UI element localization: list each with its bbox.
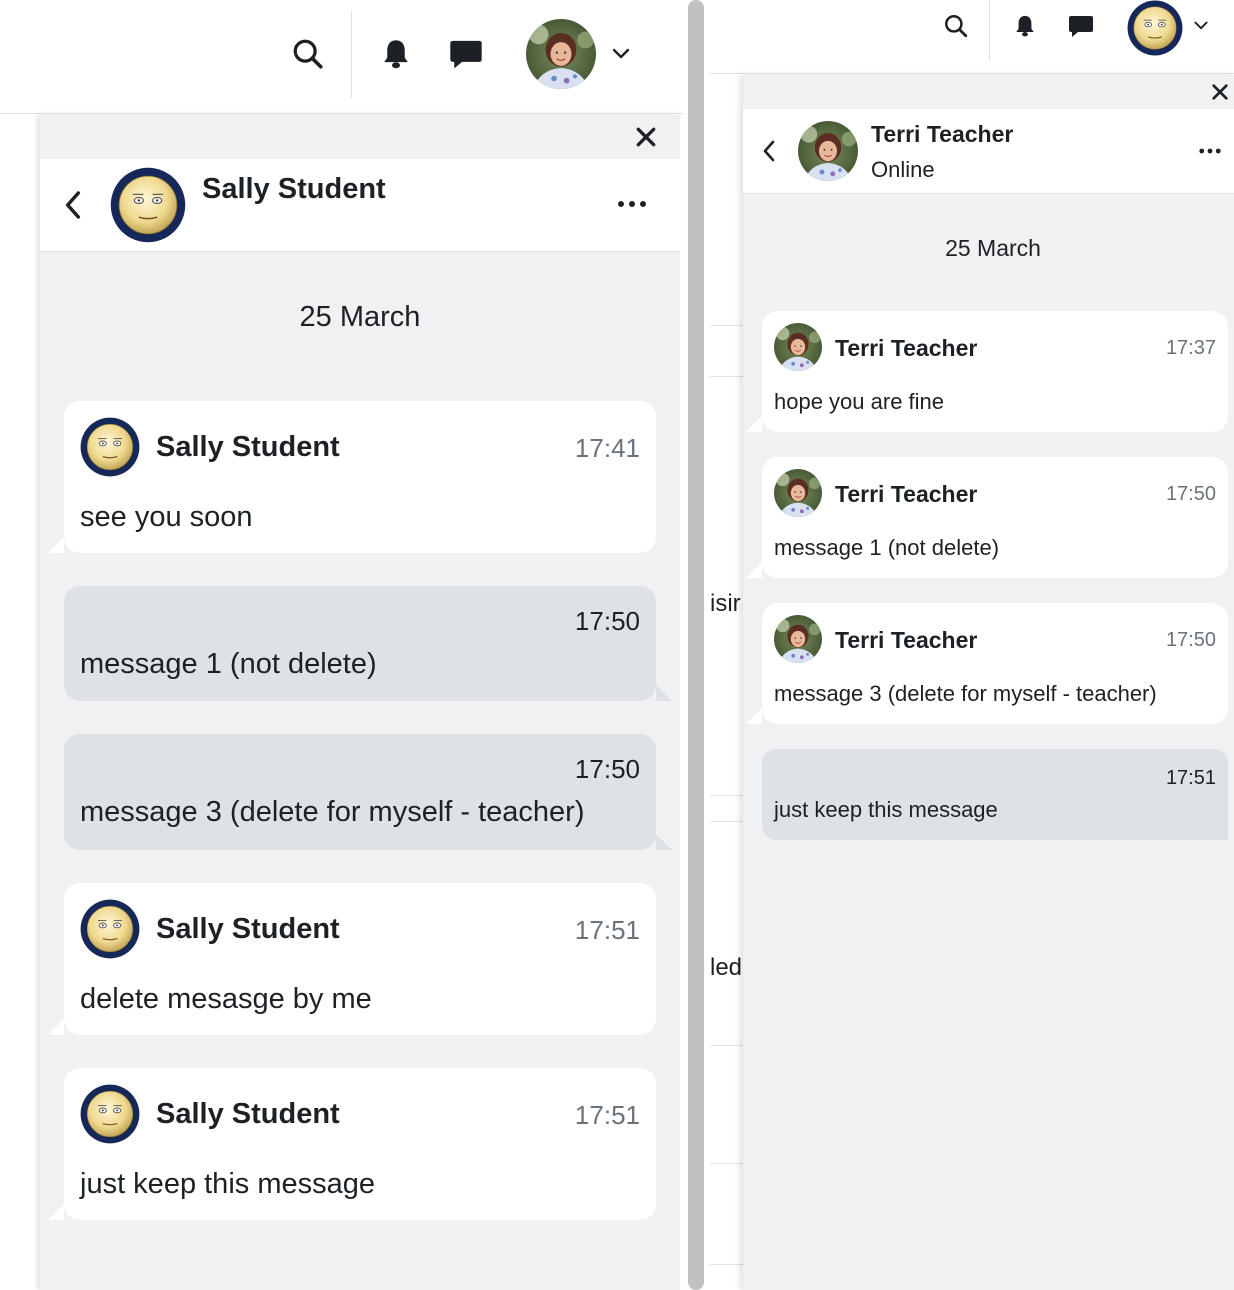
- more-icon[interactable]: [612, 189, 652, 219]
- chevron-down-icon[interactable]: [608, 40, 634, 66]
- messaging-drawer: Terri Teacher Online 25 March Terri Teac…: [743, 75, 1234, 1290]
- message-time: 17:50: [574, 754, 640, 784]
- bubble-tail: [656, 685, 672, 701]
- message-text: just keep this message: [774, 797, 998, 822]
- message-bubble[interactable]: Terri Teacher 17:37 hope you are fine: [746, 311, 1228, 432]
- bubble-tail: [746, 416, 762, 432]
- sender-name: Sally Student: [156, 913, 340, 945]
- divider: [710, 325, 744, 326]
- messaging-drawer: Sally Student 25 March Sally Student 17:…: [40, 115, 680, 1290]
- more-icon[interactable]: [1195, 139, 1225, 163]
- message-bubble-sent[interactable]: 17:50 message 1 (not delete): [64, 586, 672, 701]
- user-avatar[interactable]: [1127, 0, 1183, 56]
- message-text: just keep this message: [80, 1168, 375, 1200]
- sender-avatar: [774, 323, 822, 371]
- bell-icon[interactable]: [1010, 10, 1040, 42]
- message-time: 17:51: [1165, 767, 1216, 789]
- bubble-tail: [48, 537, 64, 553]
- navbar-divider: [351, 10, 352, 98]
- date-separator: 25 March: [945, 235, 1041, 261]
- user-avatar[interactable]: [526, 19, 596, 89]
- message-text: delete mesasge by me: [80, 983, 372, 1015]
- bubble-tail: [48, 1204, 64, 1220]
- sender-avatar: [774, 615, 822, 663]
- sender-avatar: [80, 417, 140, 477]
- right-top-navbar: [710, 0, 1234, 74]
- search-icon[interactable]: [940, 10, 972, 42]
- search-icon[interactable]: [288, 34, 328, 74]
- conversation-header: Sally Student: [40, 159, 680, 252]
- message-text: message 1 (not delete): [774, 535, 1000, 560]
- right-window: isir led Terri Teacher Online 25 March T…: [710, 0, 1234, 1290]
- contact-avatar[interactable]: [110, 167, 186, 243]
- contact-status: Online: [871, 157, 935, 182]
- message-text: message 3 (delete for myself - teacher): [774, 681, 1157, 706]
- message-bubble[interactable]: Sally Student 17:51 just keep this messa…: [48, 1068, 656, 1220]
- message-time: 17:50: [1165, 629, 1216, 651]
- message-time: 17:50: [1165, 483, 1216, 505]
- background-page: isir led: [710, 74, 744, 1290]
- sender-name: Terri Teacher: [835, 335, 978, 361]
- sender-name: Terri Teacher: [835, 481, 978, 507]
- message-bubble[interactable]: Sally Student 17:41 see you soon: [48, 401, 656, 553]
- message-time: 17:50: [574, 606, 640, 636]
- close-icon[interactable]: [1207, 79, 1233, 105]
- divider: [710, 1045, 744, 1046]
- conversation-header: Terri Teacher Online: [743, 109, 1234, 194]
- date-separator: 25 March: [299, 301, 421, 333]
- contact-name[interactable]: Terri Teacher: [871, 121, 1013, 148]
- close-icon[interactable]: [630, 121, 662, 153]
- contact-avatar[interactable]: [798, 121, 858, 181]
- divider: [710, 1163, 744, 1164]
- left-top-navbar: [0, 0, 683, 114]
- message-bubble-sent[interactable]: 17:50 message 3 (delete for myself - tea…: [64, 734, 672, 850]
- message-time: 17:37: [1165, 337, 1216, 359]
- sender-name: Terri Teacher: [835, 627, 978, 653]
- sender-avatar: [80, 899, 140, 959]
- chat-icon[interactable]: [446, 34, 486, 74]
- message-time: 17:51: [574, 1100, 640, 1130]
- message-bubble-sent[interactable]: 17:51 just keep this message: [762, 749, 1228, 840]
- message-time: 17:51: [574, 915, 640, 945]
- sender-avatar: [80, 1084, 140, 1144]
- divider: [710, 821, 744, 822]
- divider: [710, 1264, 744, 1265]
- chevron-down-icon[interactable]: [1190, 14, 1212, 36]
- message-text: see you soon: [80, 501, 253, 533]
- chevron-left-icon[interactable]: [757, 135, 781, 167]
- message-text: message 3 (delete for myself - teacher): [80, 796, 585, 828]
- navbar-divider: [989, 0, 990, 60]
- bubble-tail: [48, 1019, 64, 1035]
- bell-icon[interactable]: [378, 34, 414, 74]
- chat-icon[interactable]: [1064, 10, 1098, 42]
- divider: [710, 376, 744, 377]
- message-bubble[interactable]: Terri Teacher 17:50 message 1 (not delet…: [746, 457, 1228, 578]
- message-time: 17:41: [574, 433, 640, 463]
- background-text: led: [710, 954, 743, 981]
- background-text: isir: [710, 590, 741, 617]
- left-window: Sally Student 25 March Sally Student 17:…: [0, 0, 683, 1290]
- message-text: hope you are fine: [774, 389, 945, 414]
- screen: Sally Student 25 March Sally Student 17:…: [0, 0, 1234, 1290]
- message-bubble[interactable]: Sally Student 17:51 delete mesasge by me: [48, 883, 656, 1035]
- bubble-tail: [746, 708, 762, 724]
- message-bubble[interactable]: Terri Teacher 17:50 message 3 (delete fo…: [746, 603, 1228, 724]
- sender-name: Sally Student: [156, 431, 340, 463]
- sender-name: Sally Student: [156, 1098, 340, 1130]
- contact-name[interactable]: Sally Student: [202, 173, 386, 206]
- message-text: message 1 (not delete): [80, 648, 377, 680]
- divider: [710, 795, 744, 796]
- bubble-tail: [656, 834, 672, 850]
- window-scrollbar[interactable]: [688, 0, 704, 1290]
- bubble-tail: [746, 562, 762, 578]
- chevron-left-icon[interactable]: [58, 187, 88, 223]
- sender-avatar: [774, 469, 822, 517]
